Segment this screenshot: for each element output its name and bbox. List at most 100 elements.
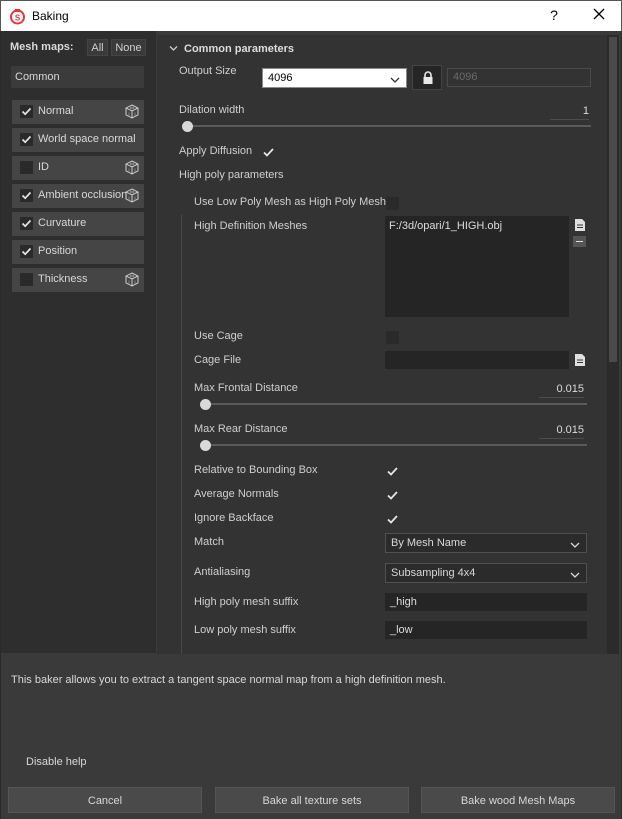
svg-text:S: S	[15, 14, 21, 23]
max-rear-distance-value[interactable]: 0.015	[539, 424, 584, 439]
mesh-map-checkbox[interactable]	[20, 273, 33, 286]
mesh-map-checkbox[interactable]	[20, 217, 33, 230]
max-frontal-distance-value[interactable]: 0.015	[539, 383, 584, 398]
baking-dialog: Mesh maps: All None Common Normal World s…	[0, 31, 622, 819]
dilation-width-slider-handle[interactable]	[182, 121, 193, 132]
antialiasing-label: Antialiasing	[194, 566, 251, 578]
mesh-map-label: World space normal	[38, 133, 136, 145]
window-title: Baking	[32, 9, 69, 23]
mesh-map-item[interactable]: World space normal	[12, 128, 144, 152]
output-size-linked-field: 4096	[447, 68, 591, 87]
mesh-cube-icon	[125, 104, 139, 119]
mesh-maps-panel: Mesh maps: All None Common Normal World s…	[1, 31, 156, 653]
common-parameters-panel: Common parameters Output Size 4096 4096 …	[157, 35, 607, 654]
mesh-map-item[interactable]: ID	[12, 156, 144, 180]
max-rear-distance-slider-handle[interactable]	[200, 440, 211, 451]
antialiasing-select[interactable]: Subsampling 4x4	[385, 563, 587, 583]
indent-guide	[181, 215, 182, 654]
mesh-map-checkbox[interactable]	[20, 245, 33, 258]
select-all-button[interactable]: All	[87, 39, 108, 56]
high-poly-suffix-label: High poly mesh suffix	[194, 596, 299, 608]
file-icon[interactable]	[574, 353, 586, 367]
apply-diffusion-label: Apply Diffusion	[179, 145, 253, 157]
use-cage-checkbox[interactable]	[386, 331, 399, 344]
ignore-backface-label: Ignore Backface	[194, 512, 274, 524]
mesh-map-item[interactable]: Normal	[12, 100, 144, 124]
section-title: Common parameters	[184, 43, 295, 55]
max-rear-distance-slider[interactable]	[200, 444, 587, 446]
chevron-down-icon	[570, 537, 580, 555]
max-rear-distance-label: Max Rear Distance	[194, 423, 288, 435]
lock-toggle-button[interactable]	[412, 65, 442, 90]
max-frontal-distance-slider[interactable]	[200, 403, 587, 405]
cage-file-label: Cage File	[194, 354, 242, 366]
antialiasing-value: Subsampling 4x4	[391, 567, 476, 579]
bake-mesh-maps-button[interactable]: Bake wood Mesh Maps	[421, 787, 615, 813]
use-low-poly-checkbox[interactable]	[386, 197, 399, 210]
cage-file-input[interactable]	[385, 351, 569, 369]
relative-bbox-checkbox[interactable]	[386, 465, 399, 478]
dilation-width-slider[interactable]	[185, 125, 591, 127]
use-low-poly-label: Use Low Poly Mesh as High Poly Mesh	[194, 196, 386, 208]
remove-mesh-button[interactable]	[573, 236, 586, 247]
common-tab[interactable]: Common	[11, 66, 144, 88]
mesh-cube-icon	[125, 188, 139, 203]
close-icon[interactable]	[591, 6, 607, 22]
use-cage-label: Use Cage	[194, 330, 243, 342]
low-poly-suffix-label: Low poly mesh suffix	[194, 624, 296, 636]
mesh-map-item[interactable]: Position	[12, 240, 144, 264]
mesh-maps-label: Mesh maps:	[10, 41, 74, 53]
mesh-map-label: Thickness	[38, 273, 88, 285]
output-size-value: 4096	[268, 72, 293, 84]
disable-help-link[interactable]: Disable help	[26, 756, 87, 768]
high-poly-suffix-input[interactable]: _high	[385, 593, 587, 611]
mesh-map-item[interactable]: Thickness	[12, 268, 144, 292]
output-size-label: Output Size	[179, 65, 237, 77]
select-none-button[interactable]: None	[111, 39, 146, 56]
output-size-select[interactable]: 4096	[262, 68, 407, 88]
title-bar: S Baking ?	[0, 0, 622, 31]
vertical-scrollbar[interactable]	[607, 35, 619, 654]
mesh-map-checkbox[interactable]	[20, 161, 33, 174]
mesh-cube-icon	[125, 272, 139, 287]
mesh-map-label: Position	[38, 245, 78, 257]
help-text: This baker allows you to extract a tange…	[11, 674, 446, 686]
relative-bbox-label: Relative to Bounding Box	[194, 464, 318, 476]
chevron-down-icon	[570, 567, 580, 585]
low-poly-suffix-input[interactable]: _low	[385, 621, 587, 639]
scrollbar-thumb[interactable]	[609, 37, 617, 362]
mesh-map-item[interactable]: Ambient occlusion	[12, 184, 144, 208]
high-poly-params-label: High poly parameters	[179, 169, 284, 181]
chevron-down-icon	[390, 72, 400, 90]
match-label: Match	[194, 536, 224, 548]
mesh-map-checkbox[interactable]	[20, 133, 33, 146]
dilation-width-value[interactable]: 1	[550, 105, 589, 120]
match-select[interactable]: By Mesh Name	[385, 533, 587, 553]
max-frontal-distance-slider-handle[interactable]	[200, 399, 211, 410]
cancel-button[interactable]: Cancel	[8, 787, 202, 813]
max-frontal-distance-label: Max Frontal Distance	[194, 382, 298, 394]
lock-icon	[422, 71, 434, 88]
mesh-map-label: ID	[38, 161, 49, 173]
mesh-map-label: Ambient occlusion	[38, 189, 128, 201]
hd-meshes-list[interactable]: F:/3d/opari/1_HIGH.obj	[385, 216, 569, 317]
average-normals-checkbox[interactable]	[386, 489, 399, 502]
ignore-backface-checkbox[interactable]	[386, 513, 399, 526]
bake-all-texture-sets-button[interactable]: Bake all texture sets	[215, 787, 409, 813]
dilation-width-label: Dilation width	[179, 104, 245, 116]
section-header[interactable]: Common parameters	[169, 43, 294, 55]
hd-meshes-label: High Definition Meshes	[194, 220, 308, 232]
mesh-map-label: Curvature	[38, 217, 87, 229]
match-value: By Mesh Name	[391, 537, 467, 549]
add-file-icon[interactable]	[574, 218, 586, 232]
mesh-cube-icon	[125, 160, 139, 175]
chevron-down-icon	[169, 43, 178, 55]
mesh-map-label: Normal	[38, 105, 74, 117]
mesh-map-checkbox[interactable]	[20, 105, 33, 118]
help-button[interactable]: ?	[546, 7, 562, 23]
mesh-map-checkbox[interactable]	[20, 189, 33, 202]
apply-diffusion-checkbox[interactable]	[262, 146, 275, 159]
average-normals-label: Average Normals	[194, 488, 279, 500]
mesh-map-item[interactable]: Curvature	[12, 212, 144, 236]
substance-painter-icon: S	[9, 8, 26, 25]
